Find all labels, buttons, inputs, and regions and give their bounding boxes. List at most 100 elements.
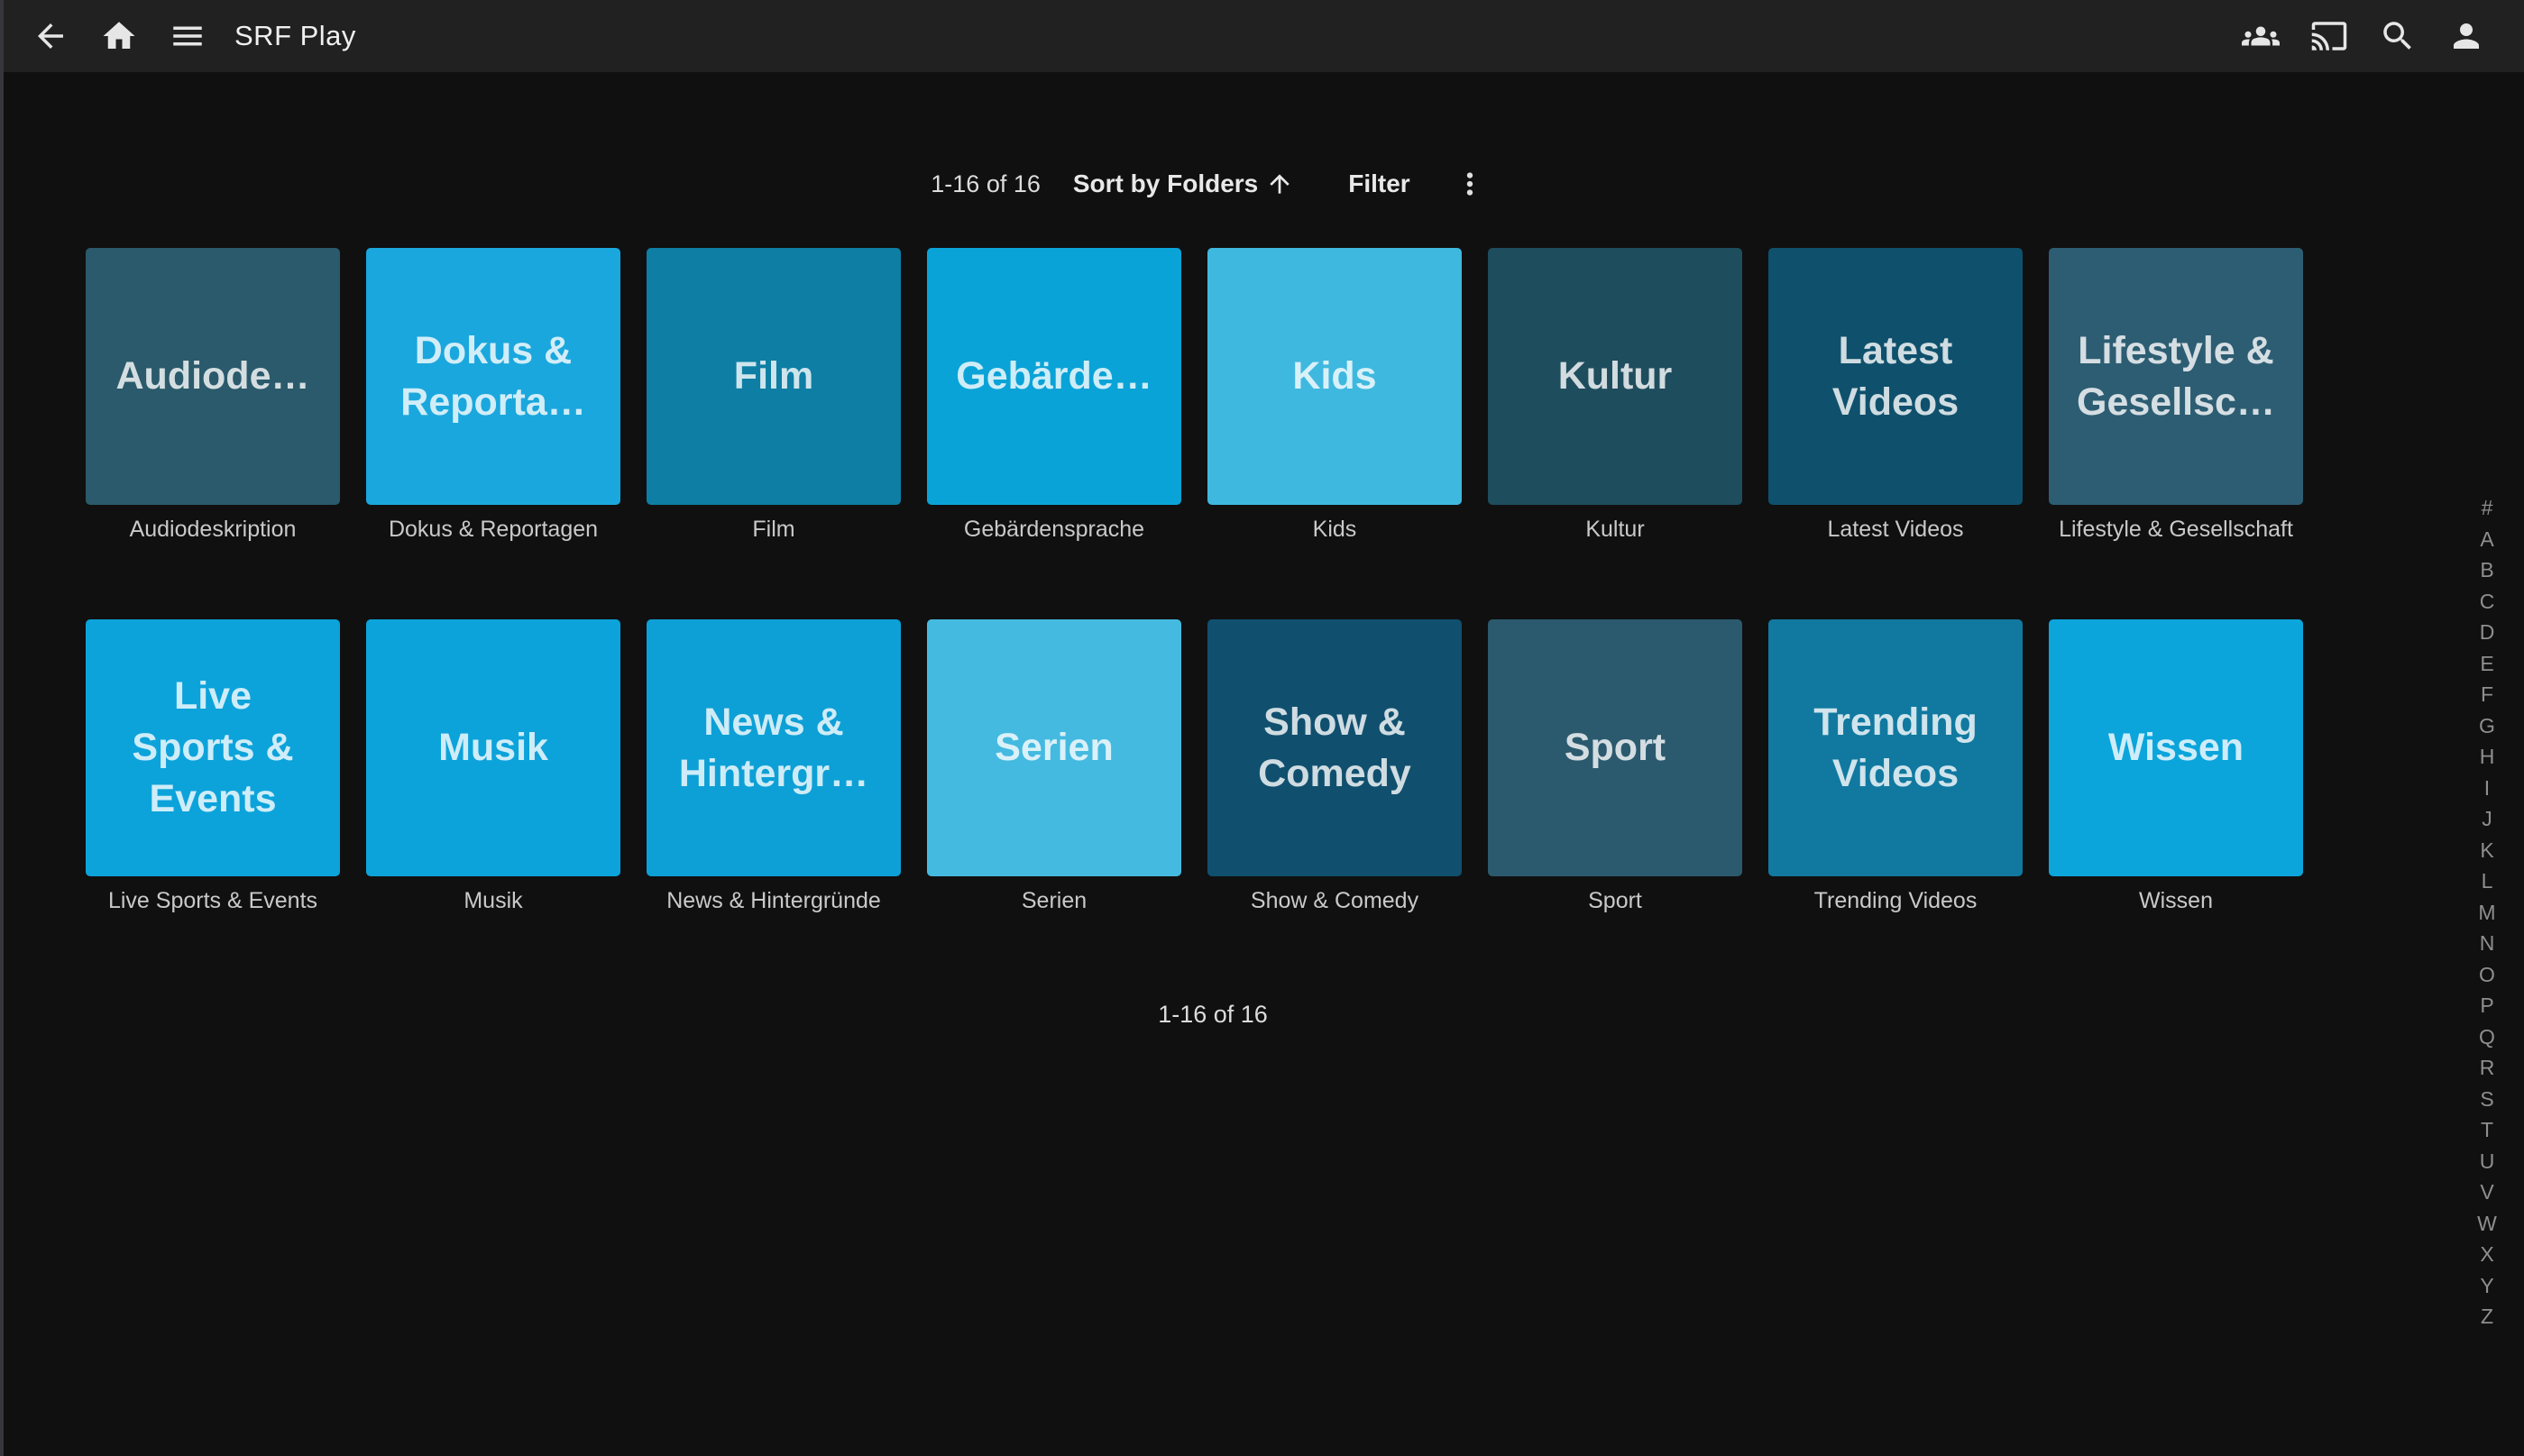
- folder-card[interactable]: News & Hintergr… News & Hintergründe: [647, 619, 901, 914]
- folder-card-label[interactable]: Show & Comedy: [1207, 887, 1462, 914]
- folder-card-label[interactable]: Musik: [366, 887, 620, 914]
- list-toolbar: 1-16 of 16 Sort by Folders Filter: [0, 159, 2426, 209]
- folder-card[interactable]: Live Sports & Events Live Sports & Events: [86, 619, 340, 914]
- alphabet-letter[interactable]: Z: [2469, 1301, 2505, 1332]
- folder-card-label[interactable]: Kultur: [1488, 516, 1742, 543]
- folder-card-label[interactable]: Film: [647, 516, 901, 543]
- folder-card-box[interactable]: Lifestyle & Gesellsc…: [2049, 248, 2303, 505]
- more-options-button[interactable]: [1445, 159, 1495, 209]
- alphabet-letter[interactable]: K: [2469, 835, 2505, 866]
- folder-card-label[interactable]: Lifestyle & Gesellschaft: [2049, 516, 2303, 543]
- folder-card[interactable]: Lifestyle & Gesellsc… Lifestyle & Gesells…: [2049, 248, 2303, 543]
- folder-card-box[interactable]: Live Sports & Events: [86, 619, 340, 876]
- folder-card-box[interactable]: Show & Comedy: [1207, 619, 1462, 876]
- alphabet-letter[interactable]: F: [2469, 679, 2505, 710]
- folder-card-label[interactable]: Latest Videos: [1768, 516, 2023, 543]
- cast-button[interactable]: [2295, 0, 2363, 72]
- folder-card-box[interactable]: Gebärde…: [927, 248, 1181, 505]
- alphabet-letter[interactable]: R: [2469, 1052, 2505, 1084]
- alphabet-letter[interactable]: X: [2469, 1239, 2505, 1270]
- folder-card-text: Latest Videos: [1832, 325, 1959, 428]
- folder-card-text: Trending Videos: [1813, 697, 1978, 800]
- folder-card[interactable]: Kids Kids: [1207, 248, 1462, 543]
- alphabet-letter[interactable]: N: [2469, 928, 2505, 959]
- person-icon: [2447, 17, 2485, 55]
- folder-card-box[interactable]: Wissen: [2049, 619, 2303, 876]
- folder-card[interactable]: Kultur Kultur: [1488, 248, 1742, 543]
- menu-button[interactable]: [153, 0, 222, 72]
- alphabet-letter[interactable]: Q: [2469, 1021, 2505, 1053]
- folder-card-label[interactable]: Gebärdensprache: [927, 516, 1181, 543]
- alphabet-letter[interactable]: M: [2469, 897, 2505, 929]
- alphabet-letter[interactable]: C: [2469, 586, 2505, 618]
- alphabet-letter[interactable]: #: [2469, 492, 2505, 524]
- folder-card-label[interactable]: Audiodeskription: [86, 516, 340, 543]
- alphabet-letter[interactable]: P: [2469, 990, 2505, 1021]
- folder-card-label[interactable]: Wissen: [2049, 887, 2303, 914]
- alphabet-letter[interactable]: V: [2469, 1177, 2505, 1208]
- folder-card-box[interactable]: Serien: [927, 619, 1181, 876]
- folder-card-box[interactable]: Film: [647, 248, 901, 505]
- alphabet-letter[interactable]: H: [2469, 741, 2505, 773]
- folder-card-box[interactable]: Latest Videos: [1768, 248, 2023, 505]
- folder-card-box[interactable]: Kultur: [1488, 248, 1742, 505]
- back-button[interactable]: [16, 0, 85, 72]
- sort-ascending-arrow-icon: [1258, 169, 1294, 198]
- folder-card-box[interactable]: News & Hintergr…: [647, 619, 901, 876]
- folder-card[interactable]: Musik Musik: [366, 619, 620, 914]
- alphabet-letter[interactable]: J: [2469, 803, 2505, 835]
- folder-card-label[interactable]: Live Sports & Events: [86, 887, 340, 914]
- alphabet-letter[interactable]: U: [2469, 1146, 2505, 1177]
- folder-card-box[interactable]: Trending Videos: [1768, 619, 2023, 876]
- sort-button[interactable]: Sort by Folders: [1064, 164, 1303, 204]
- alphabet-letter[interactable]: B: [2469, 554, 2505, 586]
- user-profile-button[interactable]: [2432, 0, 2501, 72]
- folder-card-text: Audiode…: [116, 351, 310, 402]
- folder-card[interactable]: Wissen Wissen: [2049, 619, 2303, 914]
- folder-card-box[interactable]: Musik: [366, 619, 620, 876]
- folder-card-label[interactable]: Sport: [1488, 887, 1742, 914]
- folder-card-label[interactable]: Dokus & Reportagen: [366, 516, 620, 543]
- folder-card-label[interactable]: News & Hintergründe: [647, 887, 901, 914]
- alphabet-letter[interactable]: G: [2469, 710, 2505, 742]
- alphabet-letter[interactable]: S: [2469, 1084, 2505, 1115]
- folder-card[interactable]: Dokus & Reporta… Dokus & Reportagen: [366, 248, 620, 543]
- alphabet-letter[interactable]: E: [2469, 648, 2505, 680]
- folder-card-text: Wissen: [2108, 722, 2244, 774]
- alphabet-letter[interactable]: L: [2469, 865, 2505, 897]
- alphabet-letter[interactable]: D: [2469, 617, 2505, 648]
- home-button[interactable]: [85, 0, 153, 72]
- alphabet-letter[interactable]: T: [2469, 1114, 2505, 1146]
- alphabet-letter[interactable]: I: [2469, 773, 2505, 804]
- left-scrollbar-strip[interactable]: [0, 0, 4, 1456]
- folder-card-box[interactable]: Dokus & Reporta…: [366, 248, 620, 505]
- search-button[interactable]: [2363, 0, 2432, 72]
- alphabet-picker: #ABCDEFGHIJKLMNOPQRSTUVWXYZ: [2469, 492, 2505, 1332]
- alphabet-letter[interactable]: Y: [2469, 1270, 2505, 1302]
- folder-card-text: News & Hintergr…: [679, 697, 868, 800]
- folder-card[interactable]: Sport Sport: [1488, 619, 1742, 914]
- alphabet-letter[interactable]: A: [2469, 524, 2505, 555]
- folder-card-box[interactable]: Audiode…: [86, 248, 340, 505]
- alphabet-letter[interactable]: O: [2469, 959, 2505, 991]
- folder-tile-grid: Audiode… Audiodeskription Dokus & Reporta……: [86, 248, 2303, 914]
- folder-card[interactable]: Trending Videos Trending Videos: [1768, 619, 2023, 914]
- folder-card[interactable]: Film Film: [647, 248, 901, 543]
- folder-card-text: Kids: [1292, 351, 1376, 402]
- folder-card-box[interactable]: Kids: [1207, 248, 1462, 505]
- folder-card[interactable]: Gebärde… Gebärdensprache: [927, 248, 1181, 543]
- folder-card[interactable]: Serien Serien: [927, 619, 1181, 914]
- folder-card[interactable]: Latest Videos Latest Videos: [1768, 248, 2023, 543]
- folder-card-box[interactable]: Sport: [1488, 619, 1742, 876]
- folder-card-label[interactable]: Trending Videos: [1768, 887, 2023, 914]
- folder-card-text: Show & Comedy: [1258, 697, 1411, 800]
- folder-card-label[interactable]: Kids: [1207, 516, 1462, 543]
- folder-card-text: Serien: [995, 722, 1113, 774]
- alphabet-letter[interactable]: W: [2469, 1208, 2505, 1240]
- folder-card-label[interactable]: Serien: [927, 887, 1181, 914]
- folder-card[interactable]: Audiode… Audiodeskription: [86, 248, 340, 543]
- filter-button[interactable]: Filter: [1339, 164, 1418, 204]
- folder-card[interactable]: Show & Comedy Show & Comedy: [1207, 619, 1462, 914]
- syncplay-button[interactable]: [2226, 0, 2295, 72]
- group-people-icon: [2242, 17, 2280, 55]
